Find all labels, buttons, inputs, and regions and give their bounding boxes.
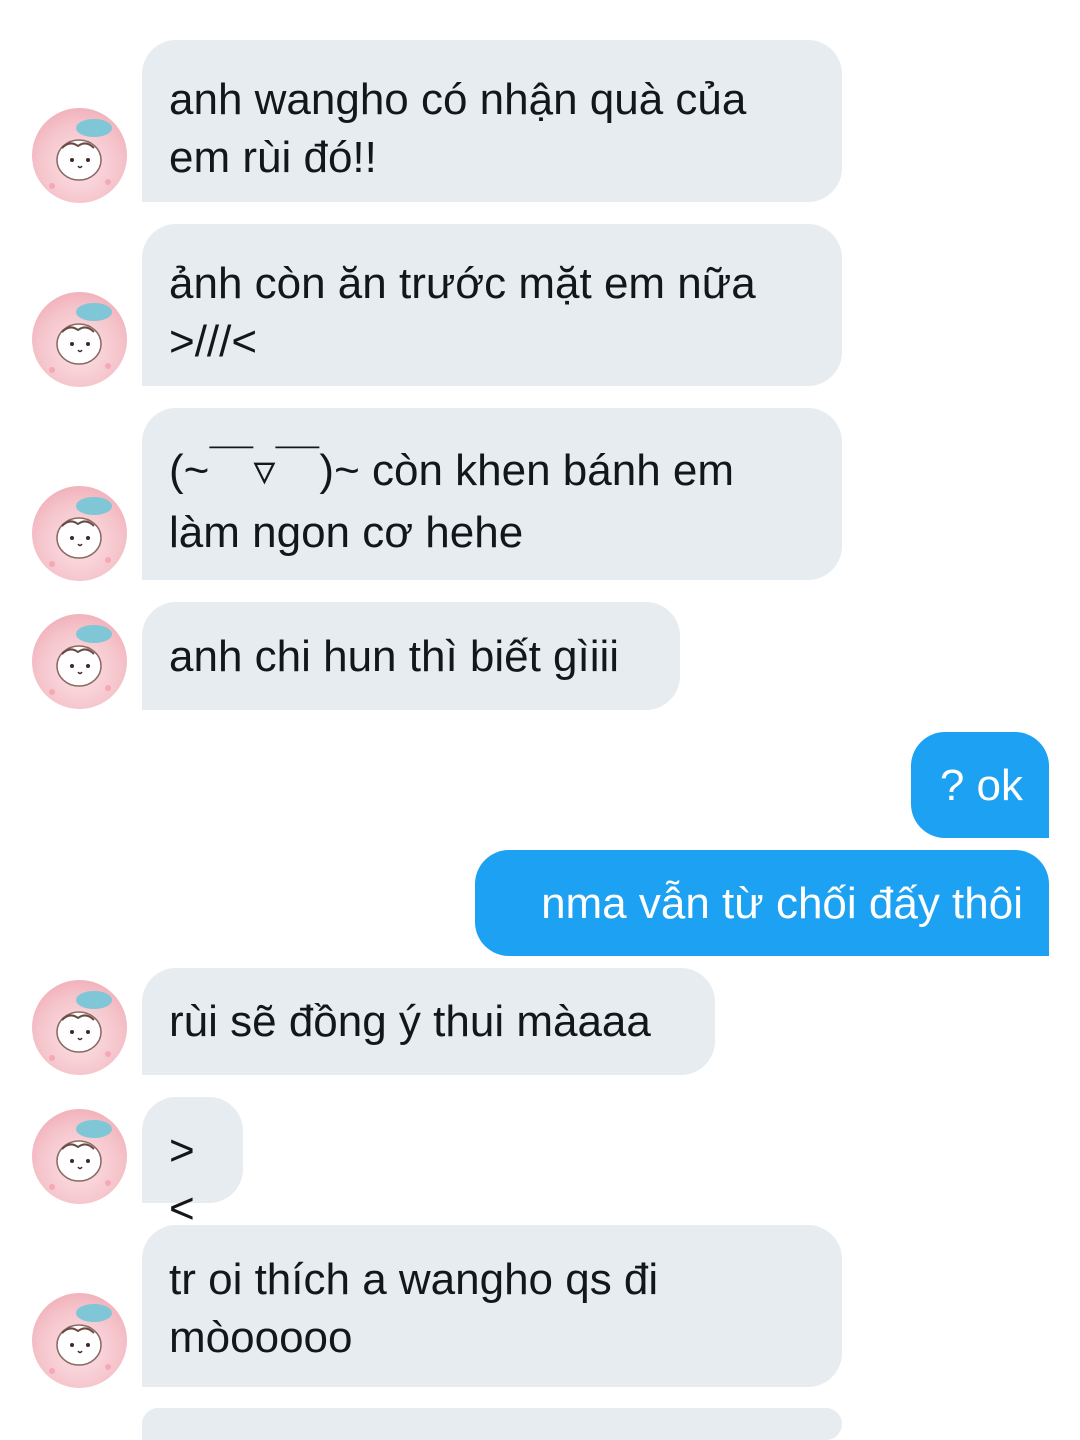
hamster-avatar-icon[interactable] xyxy=(32,292,127,387)
hamster-avatar-icon[interactable] xyxy=(32,108,127,203)
hamster-avatar-icon[interactable] xyxy=(32,1293,127,1388)
message-row: >< xyxy=(0,1097,1080,1233)
incoming-message-bubble[interactable]: rùi sẽ đồng ý thui màaaa xyxy=(142,968,715,1075)
message-row: ảnh còn ăn trước mặt em nữa >///< xyxy=(0,224,1080,387)
outgoing-message-bubble[interactable]: nma vẫn từ chối đấy thôi xyxy=(475,850,1049,956)
incoming-message-bubble[interactable]: anh chi hun thì biết gìiii xyxy=(142,602,680,710)
incoming-message-bubble[interactable]: >< xyxy=(142,1097,243,1233)
incoming-message-bubble-partial[interactable] xyxy=(142,1408,842,1440)
message-row: anh chi hun thì biết gìiii xyxy=(0,602,1080,710)
outgoing-message-bubble[interactable]: ? ok xyxy=(911,732,1049,838)
message-row-partial xyxy=(0,1408,1080,1440)
message-row: (~￣▿￣)~ còn khen bánh em làm ngon cơ heh… xyxy=(0,408,1080,581)
message-row: rùi sẽ đồng ý thui màaaa xyxy=(0,968,1080,1075)
message-row: tr oi thích a wangho qs đi mòooooo xyxy=(0,1225,1080,1388)
conversation-view: anh wangho có nhận quà của em rùi đó!! ả… xyxy=(0,0,1080,1440)
hamster-avatar-icon[interactable] xyxy=(32,1109,127,1204)
message-row: ? ok xyxy=(0,732,1080,838)
incoming-message-bubble[interactable]: tr oi thích a wangho qs đi mòooooo xyxy=(142,1225,842,1387)
incoming-message-bubble[interactable]: ảnh còn ăn trước mặt em nữa >///< xyxy=(142,224,842,386)
hamster-avatar-icon[interactable] xyxy=(32,614,127,709)
hamster-avatar-icon[interactable] xyxy=(32,486,127,581)
incoming-message-bubble[interactable]: (~￣▿￣)~ còn khen bánh em làm ngon cơ heh… xyxy=(142,408,842,580)
hamster-avatar-icon[interactable] xyxy=(32,980,127,1075)
message-row: anh wangho có nhận quà của em rùi đó!! xyxy=(0,40,1080,203)
message-row: nma vẫn từ chối đấy thôi xyxy=(0,850,1080,956)
incoming-message-bubble[interactable]: anh wangho có nhận quà của em rùi đó!! xyxy=(142,40,842,202)
